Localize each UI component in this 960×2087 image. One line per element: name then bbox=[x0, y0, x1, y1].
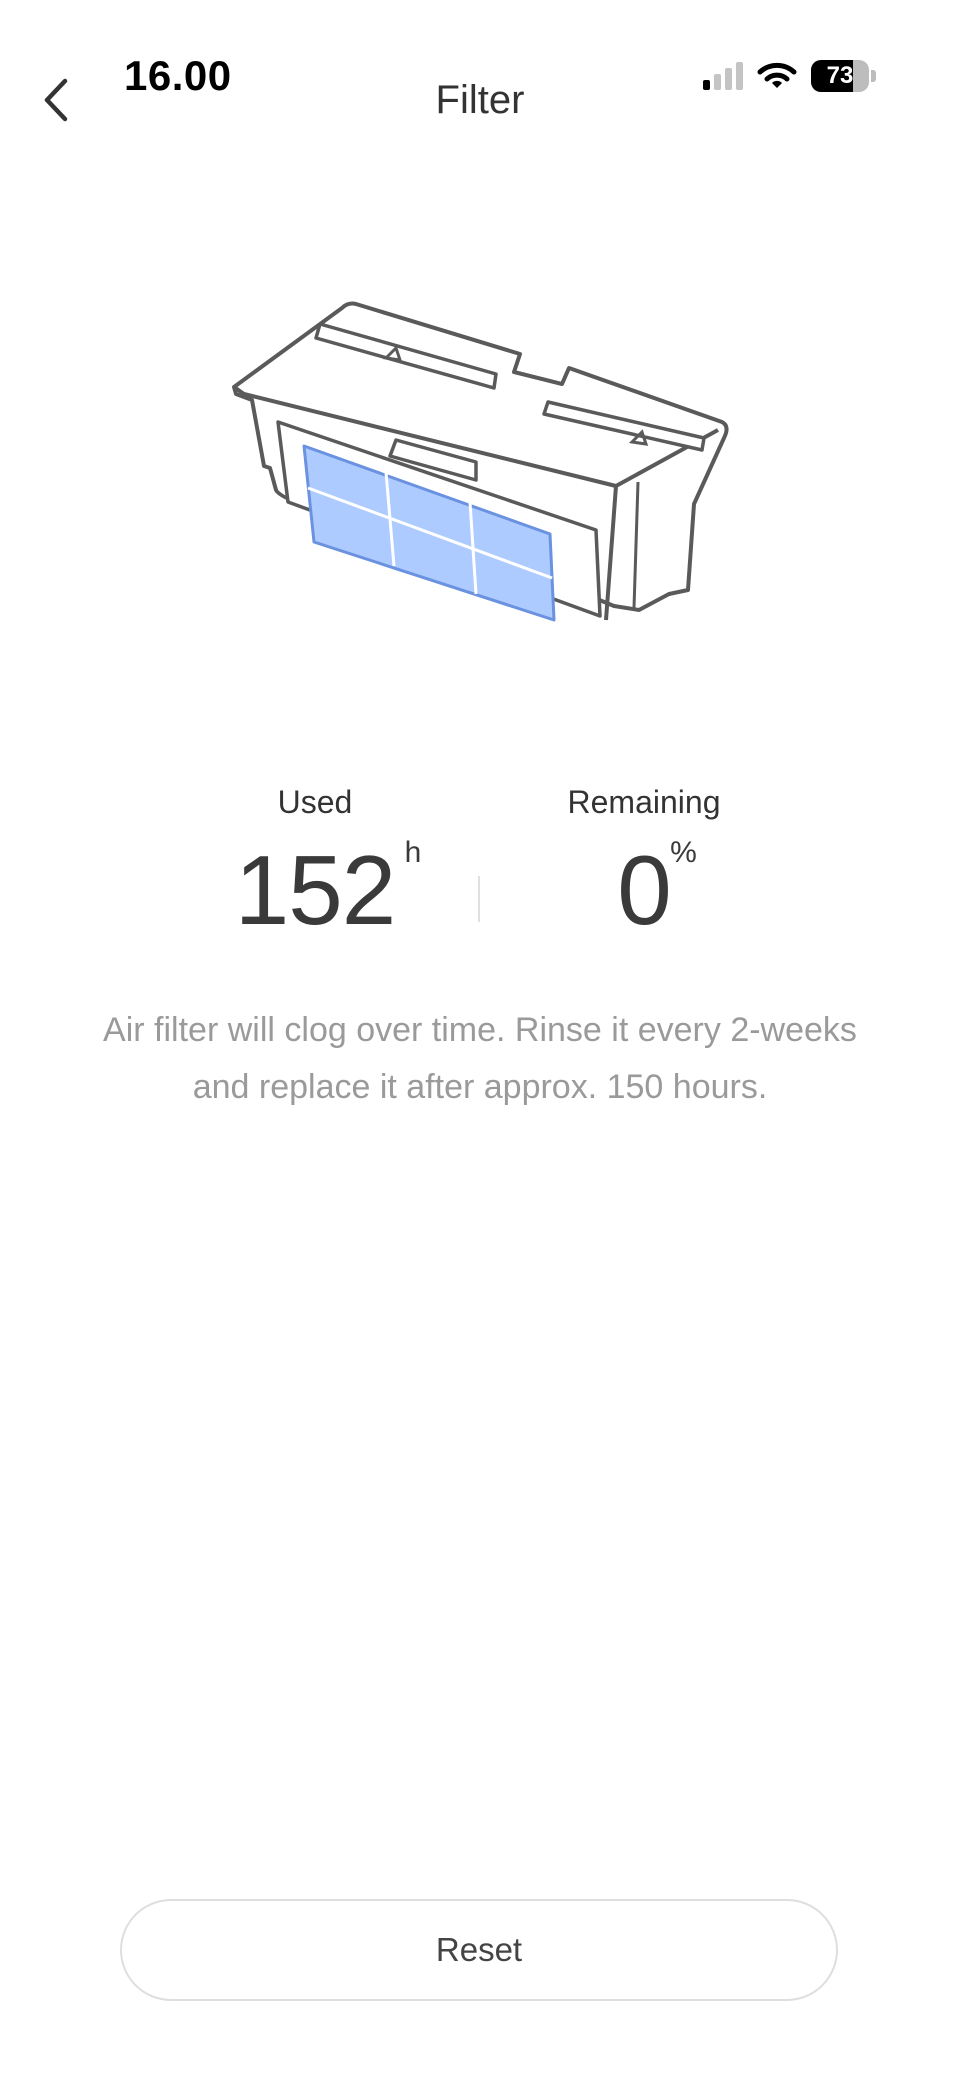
remaining-stat: Remaining 0 % bbox=[484, 784, 804, 946]
remaining-value: 0 bbox=[617, 835, 672, 945]
used-stat: Used 152 h bbox=[155, 784, 475, 946]
used-value: 152 bbox=[234, 835, 397, 945]
maintenance-hint: Air filter will clog over time. Rinse it… bbox=[103, 1011, 857, 1106]
reset-button[interactable]: Reset bbox=[120, 1899, 838, 2001]
remaining-unit: % bbox=[670, 836, 697, 869]
remaining-label: Remaining bbox=[567, 784, 721, 820]
filter-cartridge-illustration bbox=[232, 301, 729, 622]
page-title: Filter bbox=[435, 78, 525, 122]
used-unit: h bbox=[404, 836, 422, 869]
used-label: Used bbox=[277, 784, 353, 820]
stat-divider bbox=[478, 876, 480, 922]
